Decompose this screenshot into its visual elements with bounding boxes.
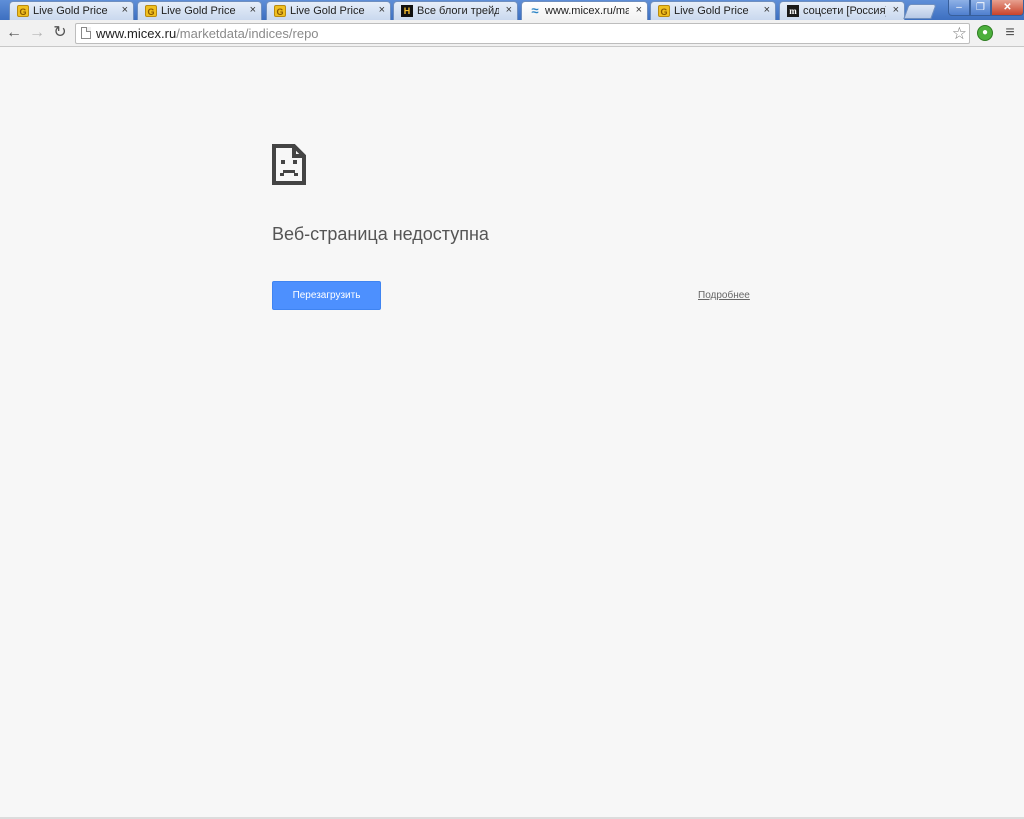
tab-close-icon[interactable]: ×: [636, 4, 642, 17]
tab-title: Live Gold Price: [33, 5, 108, 17]
close-window-button[interactable]: ✕: [991, 0, 1024, 16]
tab-title: Live Gold Price: [290, 5, 365, 17]
url-text[interactable]: www.micex.ru/marketdata/indices/repo: [96, 27, 319, 41]
tab-title: соцсети [Россия]: [803, 5, 886, 17]
tab-close-icon[interactable]: ×: [506, 4, 512, 17]
url-path: /marketdata/indices/repo: [176, 26, 319, 41]
maximize-button[interactable]: ❐: [970, 0, 991, 16]
tab-live-gold-price-1[interactable]: G Live Gold Price ×: [9, 1, 134, 20]
minimize-button[interactable]: –: [948, 0, 970, 16]
tab-title: Live Gold Price: [674, 5, 749, 17]
tab-micex[interactable]: ≈ www.micex.ru/mar ×: [521, 1, 648, 21]
url-host: www.micex.ru: [96, 26, 177, 41]
tab-title: Все блоги трейдер: [417, 5, 499, 17]
browser-toolbar: ← → ↻ www.micex.ru/marketdata/indices/re…: [0, 20, 1024, 47]
address-bar[interactable]: www.micex.ru/marketdata/indices/repo ☆: [75, 23, 970, 44]
sad-page-icon: [272, 144, 306, 185]
tab-close-icon[interactable]: ×: [764, 4, 770, 17]
error-page: Веб-страница недоступна Перезагрузить По…: [0, 48, 1024, 819]
tab-live-gold-price-3[interactable]: G Live Gold Price ×: [266, 1, 391, 20]
new-tab-button[interactable]: [903, 4, 937, 19]
tab-blogs[interactable]: H Все блоги трейдер ×: [393, 1, 518, 20]
tab-close-icon[interactable]: ×: [122, 4, 128, 17]
browser-window: G Live Gold Price × G Live Gold Price × …: [0, 0, 1024, 819]
gold-price-favicon-icon: G: [145, 5, 157, 17]
blog-favicon-icon: H: [401, 5, 413, 17]
m-favicon-icon: m: [787, 5, 799, 17]
tab-title: www.micex.ru/mar: [545, 5, 629, 17]
forward-arrow-icon[interactable]: →: [28, 24, 46, 42]
error-title: Веб-страница недоступна: [272, 224, 489, 244]
tab-close-icon[interactable]: ×: [250, 4, 256, 17]
gold-price-favicon-icon: G: [274, 5, 286, 17]
back-arrow-icon[interactable]: ←: [5, 24, 23, 42]
gold-price-favicon-icon: G: [658, 5, 670, 17]
details-link[interactable]: Подробнее: [698, 290, 750, 301]
bookmark-star-icon[interactable]: ☆: [952, 24, 967, 43]
menu-icon[interactable]: ≡: [1003, 24, 1017, 42]
extension-icon[interactable]: ●: [977, 25, 993, 41]
tab-strip: G Live Gold Price × G Live Gold Price × …: [0, 0, 1024, 21]
gold-price-favicon-icon: G: [17, 5, 29, 17]
tab-live-gold-price-2[interactable]: G Live Gold Price ×: [137, 1, 262, 20]
reload-icon[interactable]: ↻: [51, 24, 69, 42]
tab-close-icon[interactable]: ×: [893, 4, 899, 17]
page-icon: [81, 27, 91, 39]
reload-button[interactable]: Перезагрузить: [272, 281, 381, 310]
tab-title: Live Gold Price: [161, 5, 236, 17]
tab-close-icon[interactable]: ×: [379, 4, 385, 17]
tab-live-gold-price-4[interactable]: G Live Gold Price ×: [650, 1, 776, 20]
tab-social[interactable]: m соцсети [Россия] ×: [779, 1, 905, 20]
micex-favicon-icon: ≈: [531, 3, 539, 18]
